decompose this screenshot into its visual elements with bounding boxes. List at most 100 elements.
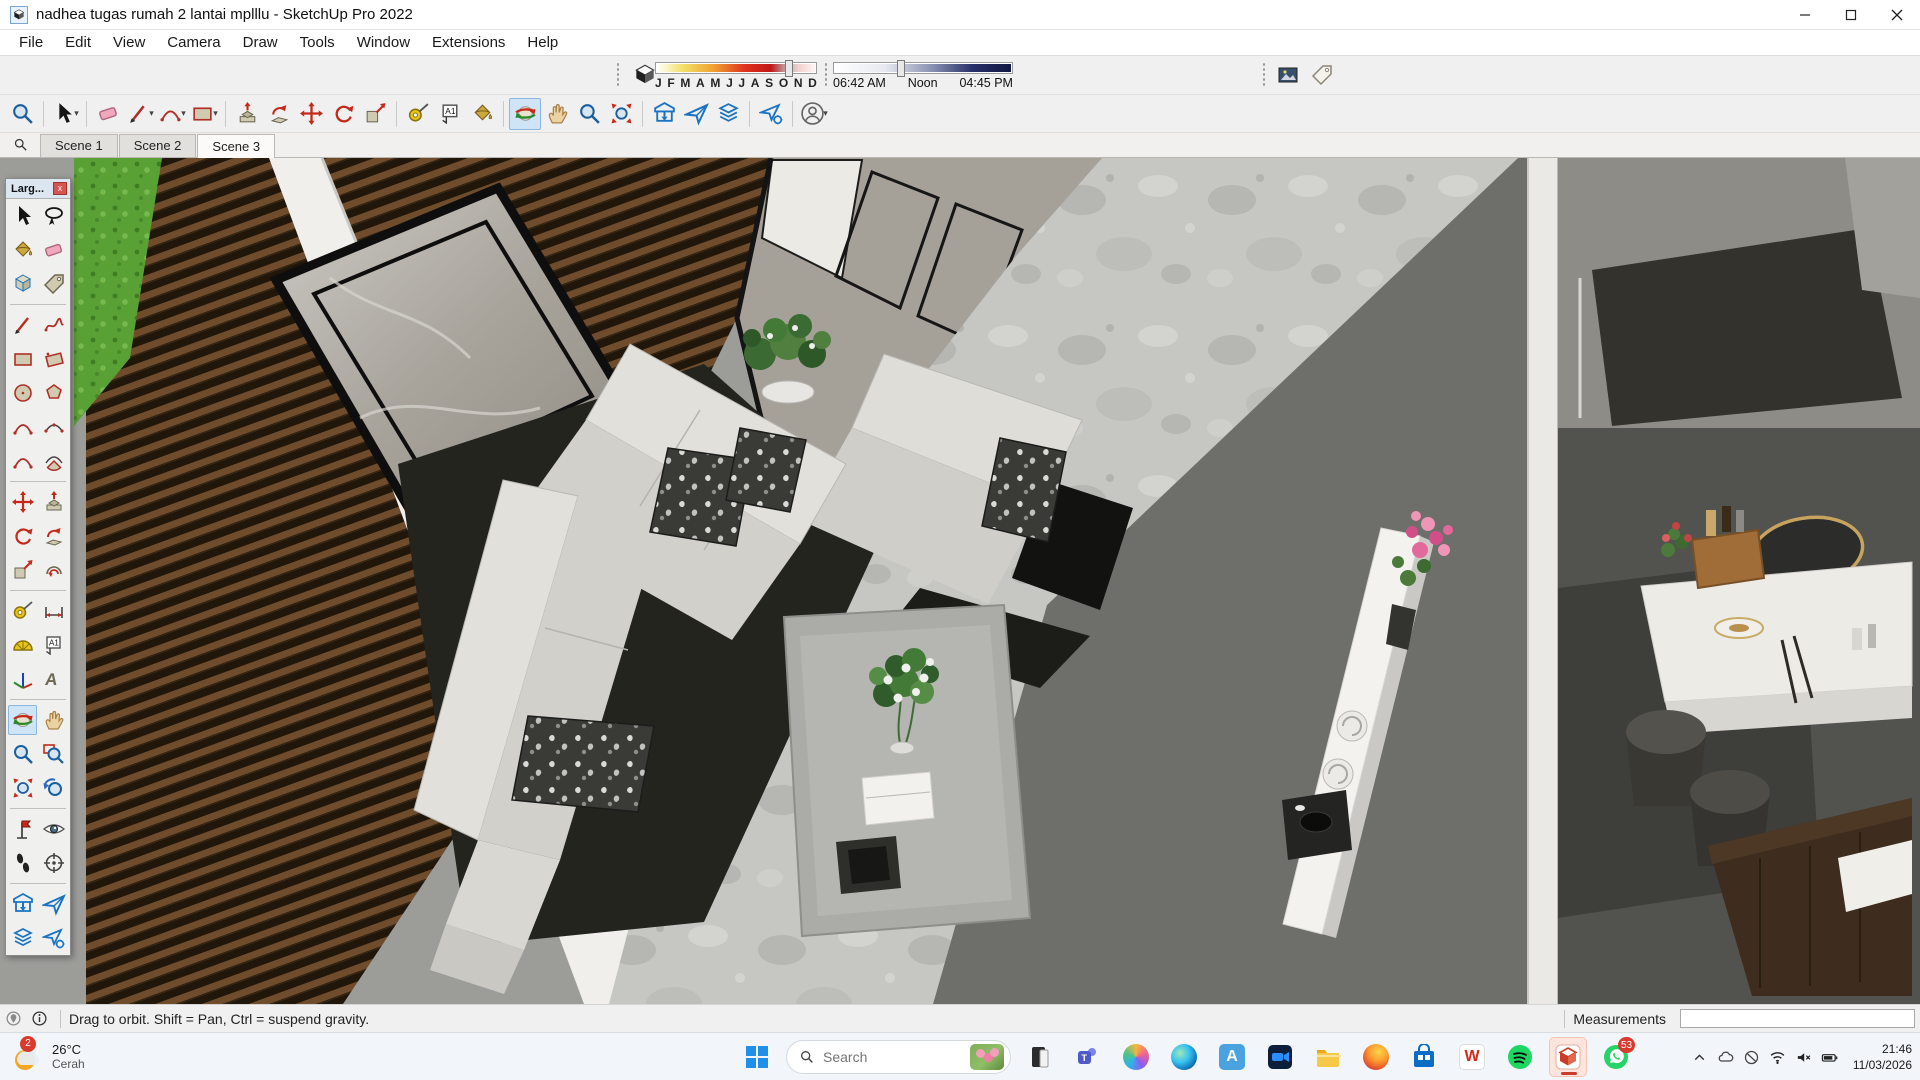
do-not-disturb-icon[interactable] (1743, 1049, 1760, 1066)
circle-tool[interactable] (8, 378, 37, 408)
three-point-arc-tool[interactable] (39, 412, 68, 442)
push-pull-tool[interactable] (231, 98, 263, 130)
dropdown-caret-icon[interactable]: ▾ (213, 108, 218, 119)
app-edge[interactable] (1165, 1037, 1203, 1077)
make-component-tool[interactable] (8, 269, 37, 299)
menu-edit[interactable]: Edit (54, 32, 102, 53)
offset-tool[interactable] (39, 555, 68, 585)
zoom-extents-tool[interactable] (8, 773, 37, 803)
two-point-arc-tool[interactable] (8, 412, 37, 442)
search-highlight-image[interactable] (970, 1044, 1004, 1070)
dropdown-caret-icon[interactable]: ▾ (149, 108, 154, 119)
volume-muted-icon[interactable] (1795, 1049, 1812, 1066)
dimension-tool[interactable] (39, 596, 68, 626)
text-tool[interactable] (434, 98, 466, 130)
battery-icon[interactable] (1821, 1049, 1838, 1066)
palette-title-bar[interactable]: Larg... x (6, 179, 70, 199)
rotated-rectangle-tool[interactable] (39, 344, 68, 374)
app-w[interactable]: W (1453, 1037, 1491, 1077)
start-button[interactable] (738, 1037, 776, 1077)
app-file-explorer[interactable] (1309, 1037, 1347, 1077)
minimize-button[interactable] (1782, 0, 1828, 30)
scene-tab-scene-2[interactable]: Scene 2 (119, 134, 197, 157)
search-input[interactable] (823, 1049, 943, 1065)
maximize-button[interactable] (1828, 0, 1874, 30)
orbit-tool[interactable] (8, 705, 37, 735)
menu-window[interactable]: Window (346, 32, 421, 53)
send-to-layout-button[interactable] (8, 923, 37, 953)
menu-camera[interactable]: Camera (156, 32, 231, 53)
previous-view-tool[interactable] (39, 773, 68, 803)
rotate-tool[interactable] (327, 98, 359, 130)
3d-warehouse-button[interactable] (8, 889, 37, 919)
share-model-button[interactable] (680, 98, 712, 130)
lasso-select-tool[interactable] (39, 201, 68, 231)
styles-thumbnail-button[interactable] (1272, 60, 1304, 90)
app-phone-link[interactable] (1021, 1037, 1059, 1077)
time-slider-handle[interactable] (897, 60, 905, 77)
clock-widget[interactable]: 21:46 11/03/2026 (1853, 1041, 1912, 1073)
eraser-tool[interactable] (92, 98, 124, 130)
tag-tool[interactable] (39, 269, 68, 299)
measurements-input[interactable] (1680, 1009, 1915, 1028)
tape-measure-tool[interactable] (8, 596, 37, 626)
shadow-time-slider[interactable] (833, 62, 1013, 74)
tray-chevron-up-icon[interactable] (1691, 1049, 1708, 1066)
dropdown-caret-icon[interactable]: ▾ (181, 108, 186, 119)
scale-tool[interactable] (8, 555, 37, 585)
account-button[interactable]: ▾ (798, 98, 830, 130)
rectangle-tool[interactable] (8, 344, 37, 374)
menu-file[interactable]: File (8, 32, 54, 53)
paint-bucket-tool[interactable] (8, 235, 37, 265)
menu-view[interactable]: View (102, 32, 156, 53)
app-zoom[interactable] (1261, 1037, 1299, 1077)
app-whatsapp[interactable]: 53 (1597, 1037, 1635, 1077)
select-tool[interactable]: ▾ (49, 98, 81, 130)
pan-tool[interactable] (541, 98, 573, 130)
toolbar-grip[interactable] (1262, 62, 1266, 88)
palette-close-icon[interactable]: x (53, 182, 67, 195)
select-tool[interactable] (8, 201, 37, 231)
geolocation-status-icon[interactable] (0, 1010, 26, 1027)
3d-warehouse-button[interactable] (648, 98, 680, 130)
tags-panel-button[interactable] (1306, 60, 1338, 90)
search-sketchup-button[interactable] (6, 98, 38, 130)
scene-tab-scene-3[interactable]: Scene 3 (197, 134, 275, 158)
arc-tool[interactable] (8, 446, 37, 476)
text-tool[interactable] (39, 630, 68, 660)
rotate-tool[interactable] (8, 521, 37, 551)
move-tool[interactable] (295, 98, 327, 130)
follow-me-tool[interactable] (263, 98, 295, 130)
app-a[interactable]: A (1213, 1037, 1251, 1077)
scene-search-icon[interactable] (0, 132, 40, 157)
menu-draw[interactable]: Draw (232, 32, 289, 53)
menu-tools[interactable]: Tools (289, 32, 346, 53)
pan-tool[interactable] (39, 705, 68, 735)
menu-extensions[interactable]: Extensions (421, 32, 516, 53)
dropdown-caret-icon[interactable]: ▾ (823, 108, 828, 119)
arc-tools[interactable]: ▾ (156, 98, 188, 130)
shape-tools[interactable]: ▾ (188, 98, 220, 130)
taskbar-search[interactable] (786, 1040, 1011, 1074)
position-camera-tool[interactable] (8, 814, 37, 844)
app-sketchup[interactable] (1549, 1037, 1587, 1077)
line-tool[interactable]: ▾ (124, 98, 156, 130)
extension-warehouse-button[interactable] (39, 923, 68, 953)
scene-tab-scene-1[interactable]: Scene 1 (40, 134, 118, 157)
send-to-layout-button[interactable] (712, 98, 744, 130)
freehand-tool[interactable] (39, 310, 68, 340)
info-icon[interactable] (26, 1010, 52, 1027)
scale-tool[interactable] (359, 98, 391, 130)
menu-help[interactable]: Help (516, 32, 569, 53)
polygon-tool[interactable] (39, 378, 68, 408)
close-button[interactable] (1874, 0, 1920, 30)
app-teams[interactable]: T (1069, 1037, 1107, 1077)
app-firefox[interactable] (1357, 1037, 1395, 1077)
eraser-tool[interactable] (39, 235, 68, 265)
app-copilot[interactable] (1117, 1037, 1155, 1077)
zoom-tool[interactable] (573, 98, 605, 130)
dropdown-caret-icon[interactable]: ▾ (74, 108, 79, 119)
toolbar-grip[interactable] (824, 62, 828, 88)
app-spotify[interactable] (1501, 1037, 1539, 1077)
push-pull-tool[interactable] (39, 487, 68, 517)
